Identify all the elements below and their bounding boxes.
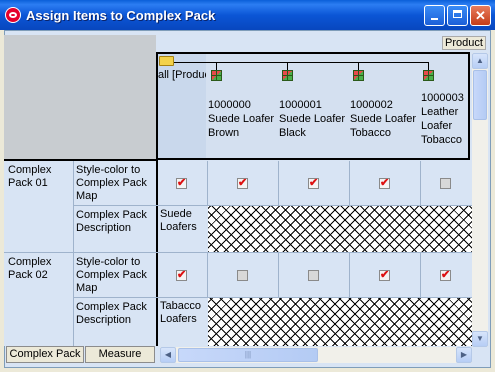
disabled-cells <box>208 298 472 346</box>
column-item-1000002[interactable]: 1000002 Suede Loafer Tobacco <box>350 98 420 140</box>
scroll-right-button[interactable]: ▶ <box>456 347 472 363</box>
column-item-code: 1000003 <box>421 92 464 104</box>
scroll-up-button[interactable]: ▲ <box>472 53 488 69</box>
column-item-color: Black <box>279 127 306 139</box>
column-root-label[interactable]: all [Product] <box>158 68 206 82</box>
row-measure-map-label[interactable]: Style-color to Complex Pack Map <box>76 256 154 295</box>
vertical-scroll-thumb[interactable] <box>473 70 487 120</box>
product-item-icon <box>423 70 434 81</box>
map-checkbox[interactable] <box>440 178 451 189</box>
grid-line <box>4 252 472 253</box>
dialog-window: Assign Items to Complex Pack ✕ Product a… <box>0 0 495 372</box>
map-checkbox[interactable] <box>308 176 319 189</box>
column-item-name: Suede Loafer <box>208 113 275 125</box>
product-item-icon <box>211 70 222 81</box>
grid-line <box>278 253 279 297</box>
chevron-up-icon: ▲ <box>476 56 484 65</box>
horizontal-scroll-thumb[interactable]: ||| <box>178 348 318 362</box>
scroll-left-button[interactable]: ◀ <box>160 347 176 363</box>
grid-line <box>420 253 421 297</box>
disabled-cells <box>208 206 472 252</box>
tree-connector <box>428 62 429 70</box>
chevron-right-icon: ▶ <box>460 350 468 359</box>
close-icon: ✕ <box>475 8 486 23</box>
row-measure-description-label[interactable]: Complex Pack Description <box>76 209 154 235</box>
grid-line <box>207 161 208 205</box>
chevron-left-icon: ◀ <box>164 350 172 359</box>
row-header-border <box>156 52 158 346</box>
folder-icon <box>159 56 174 66</box>
column-item-name: Loafer <box>421 120 453 132</box>
maximize-icon <box>453 10 462 18</box>
column-item-name: Leather <box>421 106 459 118</box>
horizontal-scrollbar[interactable]: ◀ ||| ▶ <box>160 347 472 363</box>
column-item-color: Tobacco <box>350 127 391 139</box>
row-measure-map-label[interactable]: Style-color to Complex Pack Map <box>76 164 154 203</box>
product-item-icon <box>353 70 364 81</box>
grid-line <box>73 161 74 346</box>
tab-complex-pack[interactable]: Complex Pack <box>6 346 84 363</box>
map-checkbox-root[interactable] <box>176 176 187 189</box>
grid-line <box>349 161 350 205</box>
column-item-1000001[interactable]: 1000001 Suede Loafer Black <box>279 98 349 140</box>
tree-connector <box>174 62 428 63</box>
vertical-scrollbar[interactable]: ▲ ▼ <box>472 53 488 347</box>
row-pack-label[interactable]: Complex Pack 02 <box>8 256 70 282</box>
column-item-code: 1000000 <box>208 99 251 111</box>
row-pack-label[interactable]: Complex Pack 01 <box>8 164 70 190</box>
column-item-name: Suede Loafer <box>350 113 417 125</box>
column-item-1000003[interactable]: 1000003 Leather Loafer Tobacco <box>421 91 471 147</box>
column-item-code: 1000001 <box>279 99 322 111</box>
window-title: Assign Items to Complex Pack <box>26 8 216 23</box>
minimize-button[interactable] <box>424 5 445 26</box>
map-checkbox[interactable] <box>440 268 451 281</box>
grid-line <box>420 161 421 205</box>
scroll-down-button[interactable]: ▼ <box>472 331 488 347</box>
grid-line <box>349 253 350 297</box>
column-item-color: Brown <box>208 127 240 139</box>
grid-line <box>207 253 208 297</box>
tree-connector <box>287 62 288 70</box>
row-measure-description-label[interactable]: Complex Pack Description <box>76 301 154 327</box>
map-checkbox[interactable] <box>379 176 390 189</box>
oracle-app-icon <box>5 7 21 23</box>
close-button[interactable]: ✕ <box>470 5 491 26</box>
pack-description-value[interactable]: Suede Loafers <box>160 208 206 234</box>
grid-corner <box>4 35 156 159</box>
map-checkbox[interactable] <box>308 270 319 281</box>
tab-measure[interactable]: Measure <box>85 346 155 363</box>
product-item-icon <box>282 70 293 81</box>
tree-connector <box>358 62 359 70</box>
product-dimension-button[interactable]: Product <box>442 36 486 50</box>
column-item-code: 1000002 <box>350 99 393 111</box>
map-checkbox-root[interactable] <box>176 268 187 281</box>
pack-description-value[interactable]: Tabacco Loafers <box>160 300 206 326</box>
grid-line <box>278 161 279 205</box>
maximize-button[interactable] <box>447 5 468 26</box>
chevron-down-icon: ▼ <box>476 334 484 343</box>
grip-icon: ||| <box>244 350 252 359</box>
column-item-color: Tobacco <box>421 134 462 146</box>
minimize-icon <box>431 18 438 20</box>
column-item-name: Suede Loafer <box>279 113 346 125</box>
map-checkbox[interactable] <box>379 268 390 281</box>
map-checkbox[interactable] <box>237 176 248 189</box>
column-item-1000000[interactable]: 1000000 Suede Loafer Brown <box>208 98 278 140</box>
title-bar[interactable]: Assign Items to Complex Pack ✕ <box>0 0 495 30</box>
tree-connector <box>216 62 217 70</box>
map-checkbox[interactable] <box>237 270 248 281</box>
